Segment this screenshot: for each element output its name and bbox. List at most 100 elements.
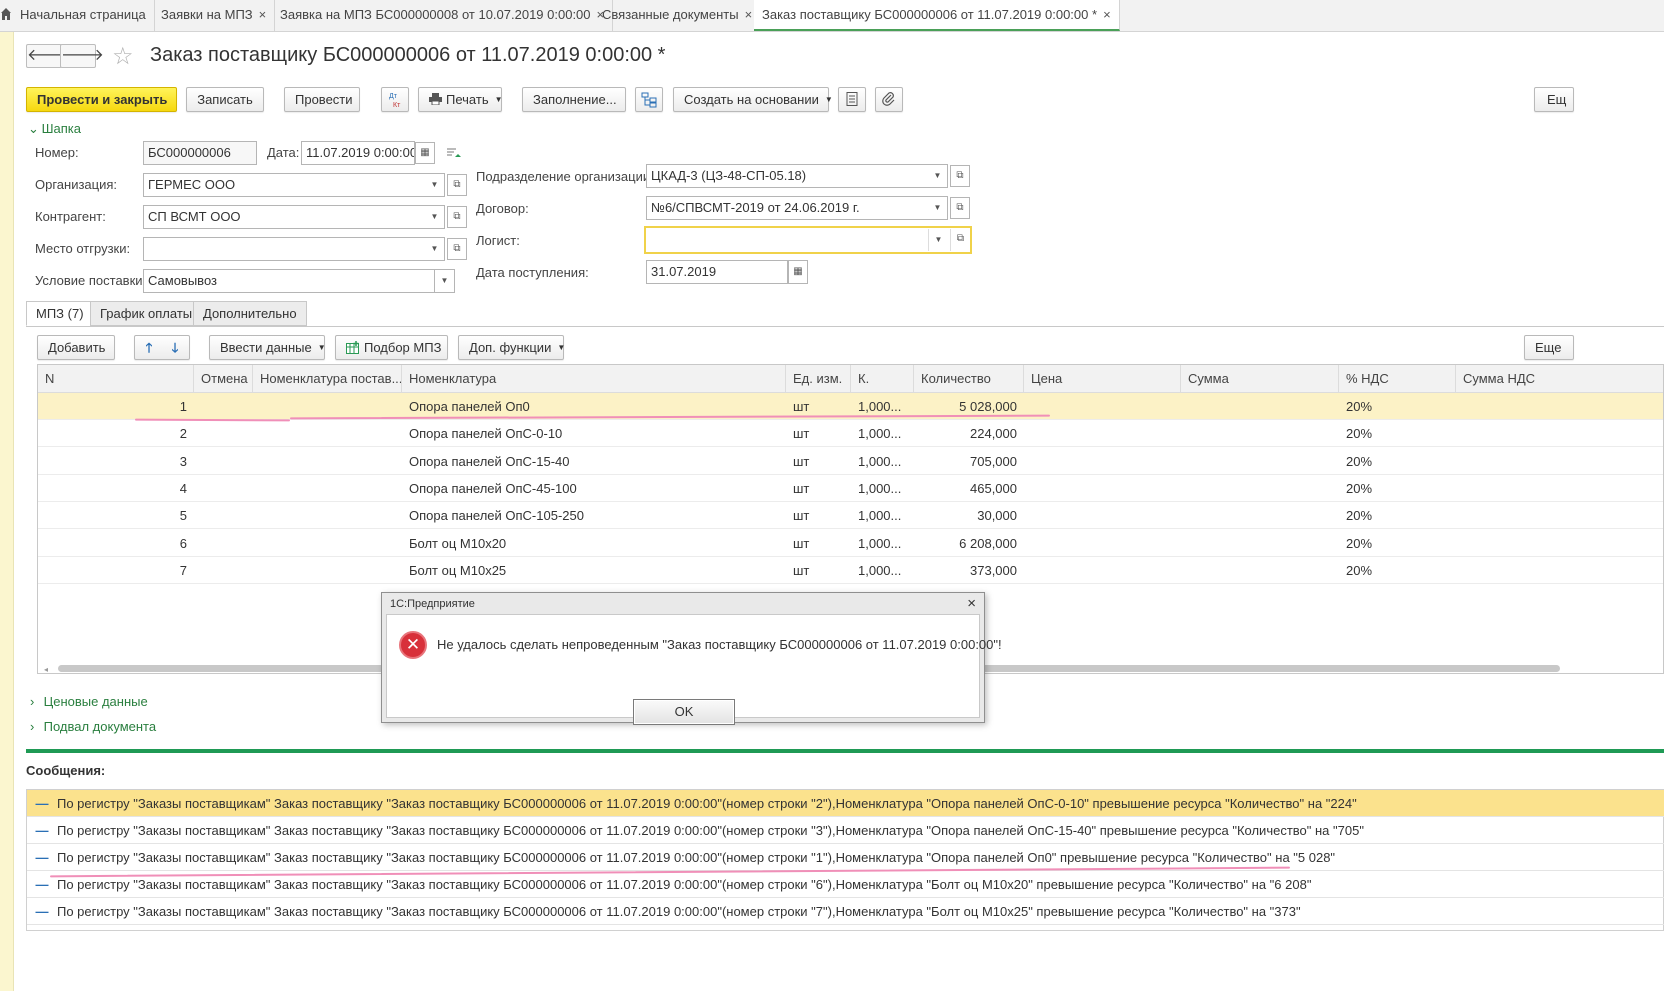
cell-cancel[interactable] [194,393,253,420]
tab-additional[interactable]: Дополнительно [193,301,307,326]
counterparty-open-button[interactable]: ⧉ [447,206,467,228]
cell-n[interactable]: 4 [38,475,194,502]
logist-field[interactable] [644,226,972,254]
close-icon[interactable]: × [259,7,267,22]
cell-k[interactable]: 1,000... [851,420,914,447]
cell-cancel[interactable] [194,530,253,557]
cell-item[interactable]: Болт оц М10х25 [402,557,786,584]
more-button[interactable]: Ещ [1534,87,1574,112]
column-header-supplier-item[interactable]: Номенклатура постав... [253,365,402,393]
column-header-price[interactable]: Цена [1024,365,1181,393]
cell-vat[interactable]: 20% [1339,393,1456,420]
cell-unit[interactable]: шт [786,475,851,502]
window-tab-home[interactable]: Начальная страница [12,0,155,31]
cell-sum[interactable] [1181,393,1339,420]
cell-vat-sum[interactable] [1456,420,1663,447]
cell-price[interactable] [1024,557,1181,584]
cell-qty[interactable]: 705,000 [914,448,1024,475]
cell-item[interactable]: Опора панелей ОпС-0-10 [402,420,786,447]
message-item[interactable]: — По регистру "Заказы поставщикам" Заказ … [27,790,1664,817]
section-header-toggle[interactable]: ⌄ Шапка [28,121,81,137]
cell-sum[interactable] [1181,448,1339,475]
cell-unit[interactable]: шт [786,502,851,529]
ok-button[interactable]: OK [633,699,735,725]
tab-mpz[interactable]: МПЗ (7) [26,301,94,326]
save-button[interactable]: Записать [186,87,264,112]
cell-price[interactable] [1024,530,1181,557]
cell-vat-sum[interactable] [1456,502,1663,529]
subdivision-open-button[interactable]: ⧉ [950,165,970,187]
window-tab-supplier-order[interactable]: Заказ поставщику БС000000006 от 11.07.20… [754,0,1120,31]
cell-item[interactable]: Опора панелей ОпС-105-250 [402,502,786,529]
attachments-button[interactable] [875,87,903,112]
table-row[interactable]: 4 Опора панелей ОпС-45-100 шт 1,000... 465,0… [38,475,1663,502]
cell-vat[interactable]: 20% [1339,448,1456,475]
extra-functions-button[interactable]: Доп. функции ▼ [458,335,565,360]
cell-n[interactable]: 7 [38,557,194,584]
calendar-button[interactable]: ▦ [415,142,435,164]
cell-item[interactable]: Опора панелей ОпС-45-100 [402,475,786,502]
cell-price[interactable] [1024,502,1181,529]
cell-vat[interactable]: 20% [1339,420,1456,447]
cell-qty[interactable]: 6 208,000 [914,530,1024,557]
cell-supplier-item[interactable] [253,420,402,447]
add-row-button[interactable]: Добавить [37,335,115,360]
window-tab-related-docs[interactable]: Связанные документы × [594,0,762,31]
logist-open-button[interactable]: ⧉ [950,229,970,251]
shipping-place-field[interactable] [143,237,427,261]
window-tab-request-doc[interactable]: Заявка на МПЗ БС000000008 от 10.07.2019 … [272,0,614,31]
cell-supplier-item[interactable] [253,475,402,502]
table-row[interactable]: 7 Болт оц М10х25 шт 1,000... 373,000 20% [38,557,1663,584]
cell-k[interactable]: 1,000... [851,557,914,584]
column-header-sum[interactable]: Сумма [1181,365,1339,393]
post-button[interactable]: Провести [284,87,360,112]
close-icon[interactable]: × [1103,7,1111,22]
number-field[interactable]: БС000000006 [143,141,257,165]
window-tab-requests[interactable]: Заявки на МПЗ × [153,0,276,31]
cell-cancel[interactable] [194,420,253,447]
edit-number-icon[interactable] [446,146,462,160]
cell-supplier-item[interactable] [253,530,402,557]
cell-sum[interactable] [1181,502,1339,529]
logist-dropdown[interactable]: ▼ [928,229,948,251]
subdivision-field[interactable]: ЦКАД-3 (ЦЗ-48-СП-05.18) [646,164,930,188]
contract-field[interactable]: №6/СПВСМТ-2019 от 24.06.2019 г. [646,196,930,220]
column-header-qty[interactable]: Количество [914,365,1024,393]
price-data-section-toggle[interactable]: › Ценовые данные [30,694,148,709]
cell-supplier-item[interactable] [253,502,402,529]
table-row[interactable]: 5 Опора панелей ОпС-105-250 шт 1,000... 30,0… [38,502,1663,530]
cell-sum[interactable] [1181,530,1339,557]
cell-qty[interactable]: 465,000 [914,475,1024,502]
cell-n[interactable]: 6 [38,530,194,557]
cell-unit[interactable]: шт [786,530,851,557]
organization-open-button[interactable]: ⧉ [447,174,467,196]
organization-field[interactable]: ГЕРМЕС ООО [143,173,427,197]
cell-supplier-item[interactable] [253,393,402,420]
post-and-close-button[interactable]: Провести и закрыть [26,87,177,112]
cell-price[interactable] [1024,420,1181,447]
cell-supplier-item[interactable] [253,557,402,584]
column-header-vat-sum[interactable]: Сумма НДС [1456,365,1663,393]
move-down-icon[interactable]: 🡓 [162,336,188,359]
scroll-left-icon[interactable]: ◂ [44,665,48,674]
structure-button[interactable] [635,87,663,112]
create-based-on-button[interactable]: Создать на основании ▼ [673,87,833,112]
cell-item[interactable]: Опора панелей ОпС-15-40 [402,448,786,475]
fill-button[interactable]: Заполнение... [522,87,626,112]
column-header-item[interactable]: Номенклатура [402,365,786,393]
column-header-cancel[interactable]: Отмена [194,365,253,393]
cell-vat[interactable]: 20% [1339,530,1456,557]
subdivision-dropdown[interactable]: ▼ [928,164,948,188]
cell-vat-sum[interactable] [1456,557,1663,584]
column-header-vat[interactable]: % НДС [1339,365,1456,393]
forward-button[interactable]: 🡒 [60,44,104,68]
column-header-unit[interactable]: Ед. изм. [786,365,851,393]
move-up-icon[interactable]: 🡑 [136,336,162,359]
cell-vat-sum[interactable] [1456,475,1663,502]
arrival-date-calendar-button[interactable]: ▦ [788,260,808,284]
cell-vat-sum[interactable] [1456,448,1663,475]
organization-dropdown[interactable]: ▼ [425,173,445,197]
cell-vat-sum[interactable] [1456,393,1663,420]
print-button[interactable]: Печать ▼ [418,87,503,112]
arrival-date-field[interactable]: 31.07.2019 [646,260,788,284]
